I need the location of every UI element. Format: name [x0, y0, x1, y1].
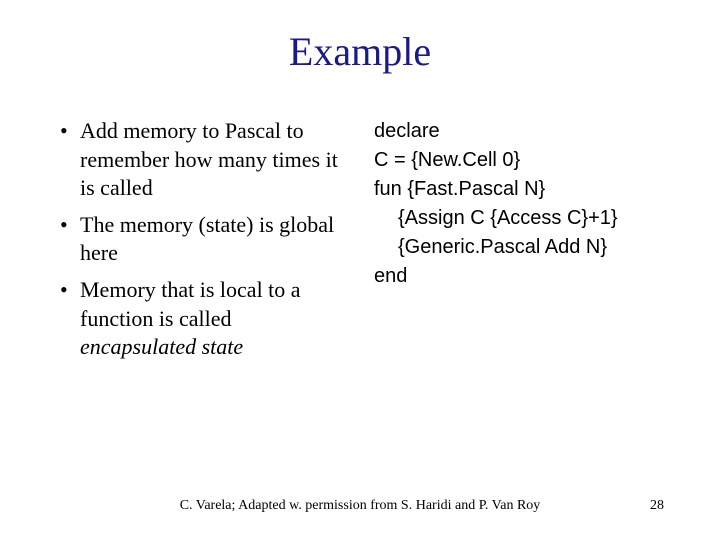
footer-page-number: 28	[650, 498, 664, 514]
code-line: C = {New.Cell 0}	[374, 146, 664, 175]
bullet-italic: encapsulated state	[80, 334, 243, 359]
bullet-text: Memory that is local to a function is ca…	[80, 277, 301, 331]
footer-credit: C. Varela; Adapted w. permission from S.…	[0, 498, 720, 514]
code-line: end	[374, 262, 664, 291]
bullet-text: The memory (state) is global here	[80, 212, 334, 266]
bullet-text: Add memory to Pascal to remember how man…	[80, 118, 338, 200]
content-columns: Add memory to Pascal to remember how man…	[56, 117, 664, 370]
bullet-item: Memory that is local to a function is ca…	[56, 276, 346, 362]
code-line: {Assign C {Access C}+1}	[374, 204, 664, 233]
code-line: declare	[374, 117, 664, 146]
code-line: {Generic.Pascal Add N}	[374, 233, 664, 262]
bullet-item: Add memory to Pascal to remember how man…	[56, 117, 346, 203]
bullet-list: Add memory to Pascal to remember how man…	[56, 117, 346, 362]
slide-title: Example	[56, 28, 664, 75]
bullet-item: The memory (state) is global here	[56, 211, 346, 268]
slide: Example Add memory to Pascal to remember…	[0, 0, 720, 540]
left-column: Add memory to Pascal to remember how man…	[56, 117, 346, 370]
footer: C. Varela; Adapted w. permission from S.…	[0, 498, 720, 514]
code-line: fun {Fast.Pascal N}	[374, 175, 664, 204]
right-column: declare C = {New.Cell 0} fun {Fast.Pasca…	[374, 117, 664, 370]
